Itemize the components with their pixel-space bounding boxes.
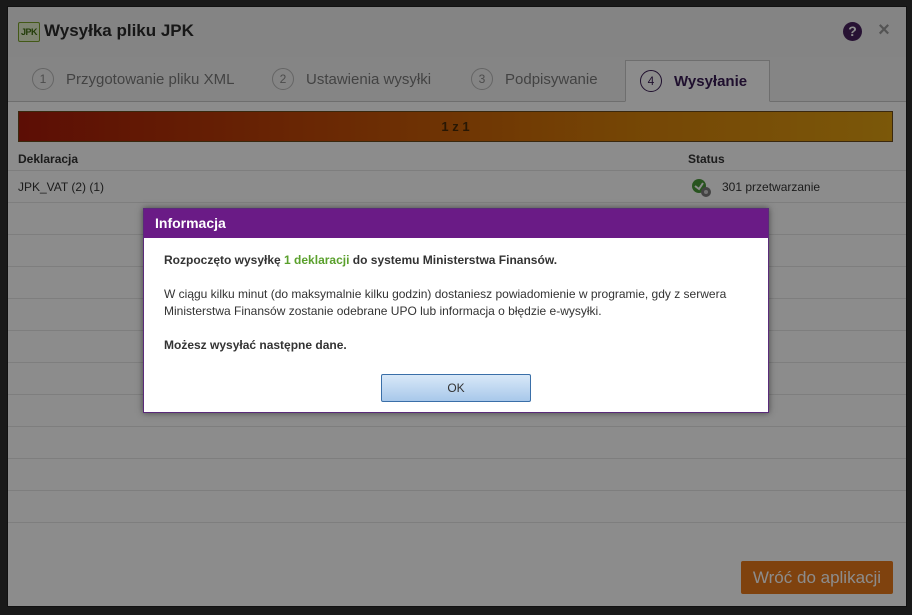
info-dialog: Informacja Rozpoczęto wysyłkę 1 deklarac… (143, 208, 769, 413)
dialog-title: Informacja (155, 215, 226, 231)
dialog-body: Rozpoczęto wysyłkę 1 deklaracji do syste… (164, 252, 754, 371)
dialog-line-notice: W ciągu kilku minut (do maksymalnie kilk… (164, 287, 727, 318)
declaration-count: 1 deklaracji (284, 253, 350, 267)
line1-prefix: Rozpoczęto wysyłkę (164, 253, 285, 267)
dialog-header: Informacja (144, 209, 768, 238)
line1-suffix: do systemu Ministerstwa Finansów. (349, 253, 558, 267)
ok-button[interactable]: OK (381, 374, 531, 402)
dialog-line-started: Rozpoczęto wysyłkę 1 deklaracji do syste… (164, 252, 754, 269)
dialog-line-next: Możesz wysyłać następne dane. (164, 338, 347, 352)
